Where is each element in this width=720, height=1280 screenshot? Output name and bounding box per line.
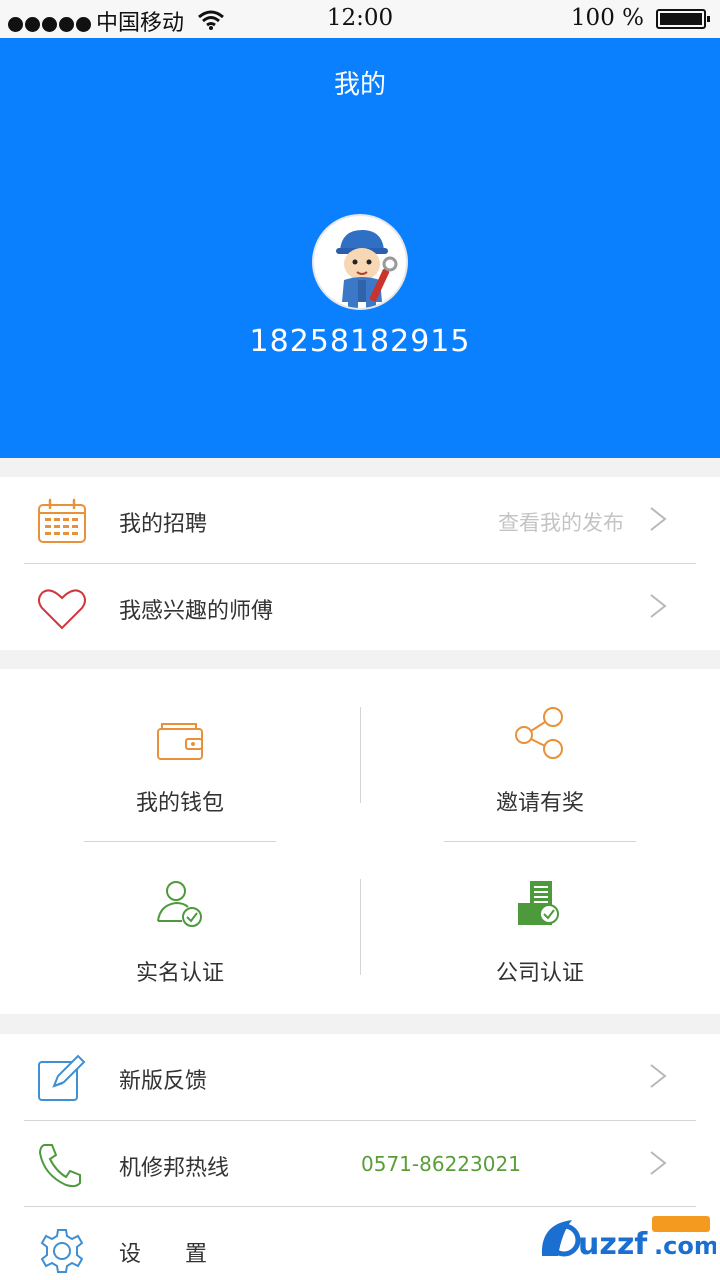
grid-item-real-name-auth[interactable]: 实名认证: [0, 841, 360, 1014]
user-verified-icon: [152, 877, 208, 933]
avatar[interactable]: [312, 214, 408, 310]
hotline-number[interactable]: 0571-86223021: [361, 1152, 521, 1176]
battery-icon: [656, 9, 710, 29]
grid-item-wallet[interactable]: 我的钱包: [0, 669, 360, 841]
page-title: 我的: [333, 70, 386, 100]
svg-text:uzzf: uzzf: [578, 1227, 648, 1262]
wallet-icon: [152, 713, 208, 769]
row-interested-masters[interactable]: 我感兴趣的师傅: [0, 564, 720, 650]
grid-item-invite[interactable]: 邀请有奖: [360, 669, 720, 841]
phone-icon: [36, 1141, 88, 1189]
gear-icon: [36, 1227, 88, 1275]
heart-icon: [36, 584, 88, 632]
row-label: 我的招聘: [119, 512, 208, 537]
row-hotline[interactable]: 机修邦热线 0571-86223021: [0, 1121, 720, 1207]
battery-percentage: 100 %: [570, 5, 644, 31]
row-label: 机修邦热线: [119, 1156, 230, 1181]
feature-grid: 我的钱包 邀请有奖 实名认证 公司认证: [0, 669, 720, 1014]
row-label: 设 置: [119, 1242, 208, 1267]
view-my-posts-link[interactable]: 查看我的发布: [498, 507, 624, 537]
edit-icon: [36, 1054, 88, 1102]
user-phone-number: 18258182915: [249, 324, 471, 359]
grid-label: 邀请有奖: [495, 791, 584, 816]
my-section: 我的招聘 查看我的发布 我感兴趣的师傅: [0, 477, 720, 650]
uzzf-watermark-logo: uzzf .com: [534, 1210, 719, 1266]
grid-label: 实名认证: [135, 961, 224, 986]
row-my-recruitment[interactable]: 我的招聘 查看我的发布: [0, 477, 720, 563]
row-label: 新版反馈: [119, 1069, 208, 1094]
company-verified-icon: [512, 877, 568, 933]
chevron-right-icon: [648, 1149, 668, 1177]
divider: [360, 707, 361, 803]
profile-header: 我的 18258182915: [0, 38, 720, 458]
status-bar: 中国移动 12:00 100 %: [0, 0, 720, 38]
share-icon: [512, 705, 568, 761]
grid-item-company-auth[interactable]: 公司认证: [360, 841, 720, 1014]
svg-text:.com: .com: [654, 1232, 716, 1260]
row-label: 我感兴趣的师傅: [119, 599, 274, 624]
chevron-right-icon: [648, 592, 668, 620]
chevron-right-icon: [648, 1062, 668, 1090]
grid-label: 公司认证: [495, 961, 584, 986]
mechanic-avatar-icon: [336, 230, 398, 308]
chevron-right-icon: [648, 505, 668, 533]
grid-label: 我的钱包: [135, 791, 224, 816]
row-feedback[interactable]: 新版反馈: [0, 1034, 720, 1120]
calendar-icon: [36, 497, 88, 545]
